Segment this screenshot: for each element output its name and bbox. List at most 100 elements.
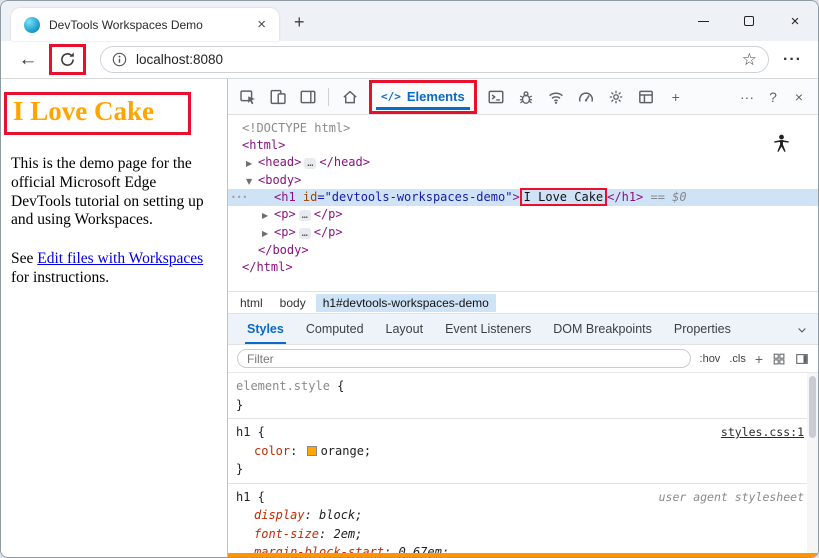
dom-token: … bbox=[304, 158, 317, 169]
device-emulation-button[interactable] bbox=[264, 84, 291, 110]
color-swatch[interactable] bbox=[306, 445, 317, 456]
browser-tab[interactable]: DevTools Workspaces Demo × bbox=[11, 8, 279, 41]
dom-tree-row[interactable]: </body> bbox=[228, 242, 818, 259]
network-wifi-icon bbox=[549, 91, 564, 104]
tab-elements[interactable]: </> Elements bbox=[369, 79, 477, 114]
bug-icon bbox=[520, 90, 533, 104]
dom-token: id bbox=[302, 190, 318, 204]
address-bar[interactable]: localhost:8080 ☆ bbox=[100, 46, 770, 73]
refresh-button[interactable] bbox=[49, 44, 86, 75]
tab-dom-breakpoints[interactable]: DOM Breakpoints bbox=[542, 314, 663, 344]
tab-title: DevTools Workspaces Demo bbox=[49, 17, 203, 32]
toolbar-divider bbox=[328, 87, 329, 106]
network-button[interactable] bbox=[543, 84, 570, 110]
back-icon[interactable]: ← bbox=[13, 49, 43, 71]
browser-window: DevTools Workspaces Demo × + × ← localho… bbox=[0, 0, 819, 558]
tab-computed[interactable]: Computed bbox=[295, 314, 375, 344]
tab-close-icon[interactable]: × bbox=[252, 16, 271, 33]
workspaces-link[interactable]: Edit files with Workspaces bbox=[37, 250, 203, 267]
browser-menu-icon[interactable]: ··· bbox=[779, 51, 806, 69]
breadcrumb-item[interactable]: body bbox=[273, 294, 313, 312]
rule-selector[interactable]: h1 bbox=[236, 423, 250, 442]
css-property[interactable]: color: orange; bbox=[236, 442, 804, 461]
dom-tree-row[interactable]: ▶ <head>… </head> bbox=[228, 154, 818, 172]
styles-scrollbar[interactable] bbox=[807, 373, 818, 553]
breadcrumb-item[interactable]: html bbox=[233, 294, 270, 312]
dom-token: <h1 bbox=[274, 190, 303, 204]
devtools-close-icon[interactable]: × bbox=[786, 84, 812, 110]
performance-button[interactable] bbox=[573, 84, 600, 110]
memory-button[interactable] bbox=[603, 84, 630, 110]
dom-tree-row[interactable]: </html> bbox=[228, 259, 818, 276]
css-property[interactable]: margin-block-start: 0.67em; bbox=[236, 543, 804, 553]
application-button[interactable] bbox=[633, 84, 660, 110]
computed-grid-icon[interactable] bbox=[772, 352, 786, 366]
expand-arrow-icon[interactable]: ▶ bbox=[262, 225, 268, 242]
breadcrumb-item[interactable]: h1#devtools-workspaces-demo bbox=[315, 293, 496, 312]
css-property[interactable]: font-size: 2em; bbox=[236, 525, 804, 544]
dom-token: ="devtools-workspaces-demo" bbox=[317, 190, 513, 204]
scrollbar-thumb[interactable] bbox=[809, 376, 816, 438]
minimize-button[interactable] bbox=[680, 1, 726, 41]
url-text[interactable]: localhost:8080 bbox=[136, 52, 733, 67]
page-paragraph-2: See Edit files with Workspaces for instr… bbox=[11, 250, 217, 288]
dom-token: <body> bbox=[258, 173, 302, 187]
styles-filter-input[interactable] bbox=[247, 351, 681, 366]
console-button[interactable] bbox=[483, 84, 510, 110]
css-property[interactable]: display: block; bbox=[236, 506, 804, 525]
debugger-button[interactable] bbox=[513, 84, 540, 110]
styles-rules: element.style {} h1 { styles.css:1 color: o… bbox=[228, 373, 818, 553]
expand-arrow-icon[interactable]: ▶ bbox=[246, 155, 252, 172]
row-actions-icon[interactable]: ••• bbox=[231, 189, 248, 206]
rule-selector[interactable]: element.style bbox=[236, 377, 330, 396]
titlebar: DevTools Workspaces Demo × + × bbox=[1, 1, 818, 41]
new-style-rule-icon[interactable]: + bbox=[755, 351, 763, 367]
pseudo-state-toggle[interactable]: :hov bbox=[700, 353, 721, 365]
new-tab-icon[interactable]: + bbox=[294, 12, 305, 33]
favorite-star-icon[interactable]: ☆ bbox=[742, 50, 757, 70]
dom-token: <head> bbox=[258, 155, 302, 169]
devtools-more-icon[interactable]: ··· bbox=[734, 84, 760, 110]
dom-tree-row[interactable]: ▶ <p>… </p> bbox=[228, 206, 818, 224]
dom-token: </html> bbox=[242, 260, 293, 274]
maximize-icon bbox=[744, 16, 754, 26]
close-brace: } bbox=[236, 462, 244, 476]
elements-code-icon: </> bbox=[381, 90, 401, 103]
open-brace: { bbox=[250, 425, 265, 439]
minimize-icon bbox=[697, 20, 709, 22]
dom-tree-row[interactable]: <!DOCTYPE html> bbox=[228, 120, 818, 137]
maximize-button[interactable] bbox=[726, 1, 772, 41]
dom-text-annotation: I Love Cake bbox=[519, 188, 608, 206]
window-close-button[interactable]: × bbox=[772, 1, 818, 41]
expand-arrow-icon[interactable]: ▶ bbox=[262, 207, 268, 224]
styles-filter-row: :hov .cls + bbox=[228, 345, 818, 373]
class-toggle[interactable]: .cls bbox=[729, 353, 746, 365]
dom-token: </p> bbox=[313, 207, 343, 221]
tab-styles[interactable]: Styles bbox=[236, 314, 295, 344]
tab-event-listeners[interactable]: Event Listeners bbox=[434, 314, 542, 344]
stylesheet-link[interactable]: styles.css:1 bbox=[711, 423, 804, 442]
style-rule: element.style {} bbox=[228, 373, 818, 419]
dom-tree-row[interactable]: ••• <h1 id="devtools-workspaces-demo"> I L… bbox=[228, 188, 818, 206]
welcome-home-button[interactable] bbox=[336, 84, 363, 110]
rule-selector[interactable]: h1 bbox=[236, 488, 250, 507]
dom-tree-row[interactable]: ▶ <p>… </p> bbox=[228, 224, 818, 242]
dock-layout-button[interactable] bbox=[294, 84, 321, 110]
dom-tree-row[interactable]: <html> bbox=[228, 137, 818, 154]
sidebar-toggle-icon[interactable] bbox=[795, 352, 809, 366]
info-icon[interactable] bbox=[112, 52, 127, 67]
collapse-arrow-icon[interactable]: ▼ bbox=[246, 173, 252, 190]
dom-token: <html> bbox=[242, 138, 286, 152]
breadcrumb: html body h1#devtools-workspaces-demo bbox=[228, 291, 818, 313]
more-tools-icon[interactable]: + bbox=[663, 84, 689, 110]
dom-token: … bbox=[298, 228, 311, 239]
dom-tree-row[interactable]: ▼ <body> bbox=[228, 172, 818, 189]
tab-properties[interactable]: Properties bbox=[663, 314, 742, 344]
tab-layout[interactable]: Layout bbox=[375, 314, 435, 344]
dom-token: </h1> bbox=[607, 190, 644, 204]
chevron-down-icon[interactable] bbox=[796, 324, 808, 336]
refresh-icon bbox=[61, 52, 74, 66]
home-icon bbox=[342, 90, 357, 103]
devtools-help-icon[interactable]: ? bbox=[760, 84, 786, 110]
inspect-button[interactable] bbox=[234, 84, 261, 110]
